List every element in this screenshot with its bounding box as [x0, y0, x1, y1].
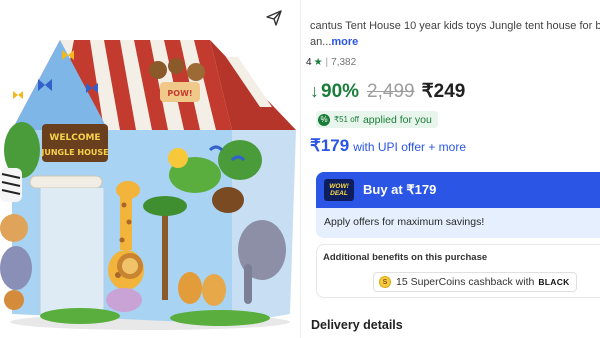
mrp-price: 2,499 [367, 81, 415, 102]
applied-offer[interactable]: % ₹51 off applied for you [316, 111, 438, 128]
rating-separator: | [325, 57, 329, 68]
wow-deal-badge-line2: DEAL [330, 190, 348, 197]
tent-illustration: POW! WELCOME JUNGLE HOUSE [0, 40, 296, 330]
product-title: cantus Tent House 10 year kids toys Jung… [310, 20, 600, 32]
upi-offer-text: with UPI offer + more [353, 140, 467, 154]
rating-value: 4 [306, 57, 312, 68]
discount: ↓ 90% [310, 81, 359, 103]
upi-offer[interactable]: ₹179 with UPI offer + more [310, 136, 466, 156]
more-link[interactable]: more [331, 36, 358, 48]
rating-count: 7,382 [331, 57, 357, 68]
wow-deal-badge-line1: WOW! [329, 183, 349, 190]
share-button[interactable] [266, 10, 288, 32]
share-icon [266, 10, 282, 26]
coupon-icon: % [318, 113, 330, 126]
applied-offer-text: applied for you [362, 113, 432, 126]
banner-welcome: WELCOME [49, 133, 100, 143]
banner-jungle-house: JUNGLE HOUSE [40, 148, 108, 157]
discount-percent: 90% [321, 80, 360, 102]
supercoins-chip[interactable]: S 15 SuperCoins cashback with BLACK [373, 272, 577, 292]
product-image[interactable]: POW! WELCOME JUNGLE HOUSE [0, 0, 300, 338]
delivery-details-heading: Delivery details [311, 318, 403, 332]
price-row: ↓ 90% 2,499 ₹249 [310, 80, 465, 103]
apply-offers-text[interactable]: Apply offers for maximum savings! [324, 216, 484, 228]
buy-button-label: Buy at ₹179 [363, 182, 437, 197]
benefits-title: Additional benefits on this purchase [323, 252, 488, 263]
product-details: cantus Tent House 10 year kids toys Jung… [306, 0, 600, 338]
wow-deal-badge: WOW! DEAL [324, 179, 354, 201]
pane-divider [300, 0, 301, 338]
product-title-tail: an... [310, 36, 332, 48]
applied-offer-amount: ₹51 off [334, 115, 359, 124]
rating-summary[interactable]: 4 ★ | 7,382 [306, 57, 356, 68]
svg-text:POW!: POW! [167, 89, 192, 98]
buy-button[interactable]: WOW! DEAL Buy at ₹179 [316, 172, 600, 208]
supercoin-icon: S [379, 276, 391, 288]
final-price: ₹249 [421, 81, 466, 102]
upi-price: ₹179 [310, 136, 350, 155]
benefits-card: Additional benefits on this purchase S 1… [316, 244, 600, 298]
product-title-continued: an...more [310, 34, 358, 50]
supercoins-text: 15 SuperCoins cashback with [396, 276, 535, 288]
buy-card: WOW! DEAL Buy at ₹179 Apply offers for m… [316, 172, 600, 238]
black-label: BLACK [538, 277, 570, 287]
arrow-down-icon: ↓ [310, 81, 319, 101]
star-icon: ★ [313, 57, 323, 68]
